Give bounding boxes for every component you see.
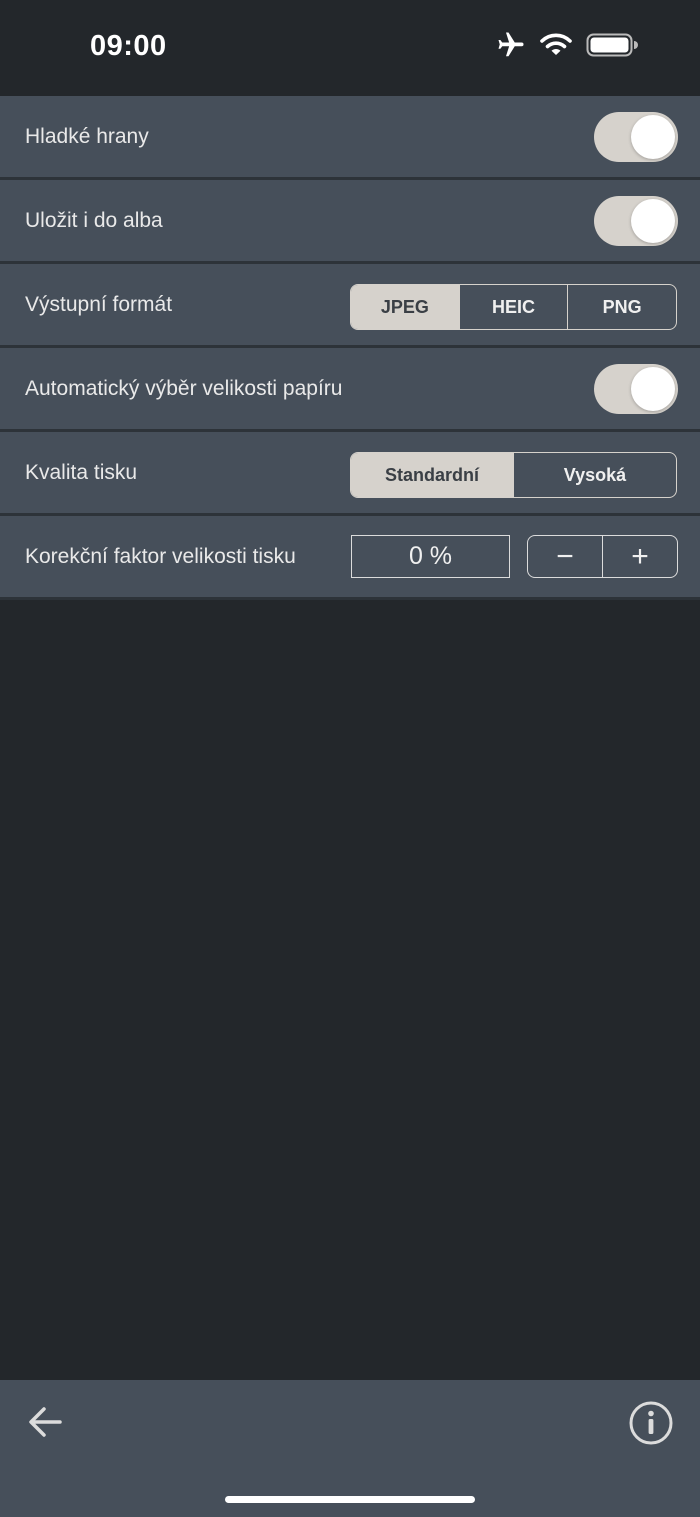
correction-value-field[interactable]: 0 % [351,535,510,578]
print-quality-label: Kvalita tisku [25,461,138,484]
status-time: 09:00 [90,30,167,62]
status-bar: 09:00 [0,0,700,96]
save-to-album-label: Uložit i do alba [25,209,163,232]
battery-icon [586,32,638,63]
toggle-knob [631,199,675,243]
row-auto-paper-size: Automatický výběr velikosti papíru [0,348,700,432]
row-smooth-edges: Hladké hrany [0,96,700,180]
auto-paper-size-label: Automatický výběr velikosti papíru [25,377,343,400]
status-icons [496,32,638,62]
decrement-button[interactable]: − [528,536,602,577]
wifi-icon [540,32,572,63]
quality-standard-option[interactable]: Standardní [351,453,513,497]
format-png-option[interactable]: PNG [567,285,676,329]
arrow-left-icon [29,1407,62,1437]
row-save-to-album: Uložit i do alba [0,180,700,264]
quality-high-option[interactable]: Vysoká [513,453,676,497]
info-button[interactable] [628,1400,674,1446]
row-print-quality: Kvalita tisku Standardní Vysoká [0,432,700,516]
settings-list: Hladké hrany Uložit i do alba Výstupní f… [0,96,700,600]
print-size-correction-label: Korekční faktor velikosti tisku [25,545,296,568]
print-quality-segmented: Standardní Vysoká [350,452,677,498]
home-indicator [225,1496,475,1503]
output-format-segmented: JPEG HEIC PNG [350,284,677,330]
smooth-edges-label: Hladké hrany [25,125,149,148]
save-to-album-toggle[interactable] [594,196,678,246]
airplane-icon [496,30,526,65]
row-print-size-correction: Korekční faktor velikosti tisku 0 % − + [0,516,700,600]
back-button[interactable] [26,1402,66,1442]
format-jpeg-option[interactable]: JPEG [351,285,459,329]
toggle-knob [631,367,675,411]
correction-stepper: − + [527,535,678,578]
toggle-knob [631,115,675,159]
smooth-edges-toggle[interactable] [594,112,678,162]
info-icon [629,1401,673,1445]
increment-button[interactable]: + [602,536,677,577]
format-heic-option[interactable]: HEIC [458,285,568,329]
output-format-label: Výstupní formát [25,293,173,316]
bottom-toolbar [0,1380,700,1517]
auto-paper-size-toggle[interactable] [594,364,678,414]
row-output-format: Výstupní formát JPEG HEIC PNG [0,264,700,348]
